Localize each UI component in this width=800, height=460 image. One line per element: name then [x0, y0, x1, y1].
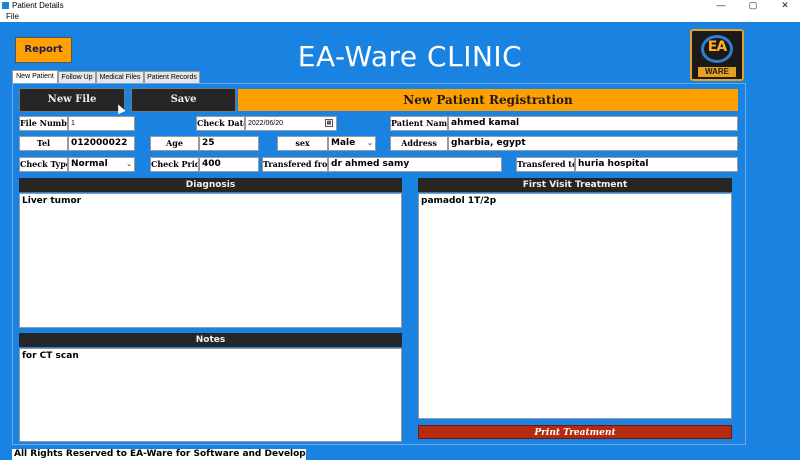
check-type-select[interactable]: Normal ⌄	[68, 157, 135, 172]
window-title: Patient Details	[12, 1, 64, 10]
age-label: Age	[150, 136, 199, 151]
transfered-to-label: Transfered to	[516, 157, 575, 172]
tab-new-patient[interactable]: New Patient	[12, 70, 58, 83]
check-date-picker[interactable]: 2022/06/20 ▦	[245, 116, 337, 131]
tab-medical-files[interactable]: Medical Files	[96, 71, 144, 83]
tel-input[interactable]: 012000022	[68, 136, 135, 151]
new-file-button[interactable]: New File	[19, 88, 125, 112]
tab-follow-up[interactable]: Follow Up	[58, 71, 96, 83]
notes-header: Notes	[19, 333, 402, 347]
logo-letters: EA	[707, 39, 727, 55]
chevron-down-icon: ⌄	[367, 139, 373, 147]
sex-value: Male	[331, 138, 356, 148]
transfered-from-input[interactable]: dr ahmed samy	[328, 157, 502, 172]
check-date-value: 2022/06/20	[248, 120, 284, 127]
chevron-down-icon: ⌄	[126, 160, 132, 168]
treatment-header: First Visit Treatment	[418, 178, 732, 192]
sex-label: sex	[277, 136, 328, 151]
save-button[interactable]: Save	[131, 88, 236, 112]
calendar-icon[interactable]: ▦	[325, 119, 333, 127]
diagnosis-textarea[interactable]: Liver tumor	[19, 193, 402, 328]
age-input[interactable]: 25	[199, 136, 259, 151]
logo-word: WARE	[698, 67, 736, 77]
footer-copyright: All Rights Reserved to EA-Ware for Softw…	[12, 449, 306, 460]
treatment-textarea[interactable]: pamadol 1T/2p	[418, 193, 732, 419]
patient-name-input[interactable]: ahmed kamal	[448, 116, 738, 131]
check-price-label: Check Price	[150, 157, 199, 172]
check-type-value: Normal	[71, 159, 108, 169]
file-number-label: File Number	[19, 116, 68, 131]
logo: EA WARE	[690, 29, 744, 81]
address-input[interactable]: gharbia, egypt	[448, 136, 738, 151]
address-label: Address	[390, 136, 448, 151]
title-bar: Patient Details — ▢ ✕	[0, 0, 800, 11]
menu-bar: File	[0, 11, 800, 22]
app-title: EA-Ware CLINIC	[297, 40, 523, 73]
registration-banner: New Patient Registration	[238, 89, 738, 111]
patient-name-label: Patient Name	[390, 116, 448, 131]
transfered-to-input[interactable]: huria hospital	[575, 157, 738, 172]
sex-select[interactable]: Male ⌄	[328, 136, 376, 151]
app-icon	[2, 2, 9, 9]
check-date-label: Check Date	[196, 116, 245, 131]
check-price-input[interactable]: 400	[199, 157, 259, 172]
print-treatment-button[interactable]: Print Treatment	[418, 425, 732, 439]
menu-file[interactable]: File	[6, 11, 19, 22]
tab-patient-records[interactable]: Patient Records	[144, 71, 200, 83]
tel-label: Tel	[19, 136, 68, 151]
transfered-from-label: Transfered from	[262, 157, 328, 172]
notes-textarea[interactable]: for CT scan	[19, 348, 402, 442]
diagnosis-header: Diagnosis	[19, 178, 402, 192]
minimize-button[interactable]: —	[706, 0, 736, 11]
report-button[interactable]: Report	[15, 37, 72, 63]
file-number-input[interactable]: 1	[68, 116, 135, 131]
maximize-button[interactable]: ▢	[738, 0, 768, 11]
check-type-label: Check Type	[19, 157, 68, 172]
close-button[interactable]: ✕	[770, 0, 800, 11]
